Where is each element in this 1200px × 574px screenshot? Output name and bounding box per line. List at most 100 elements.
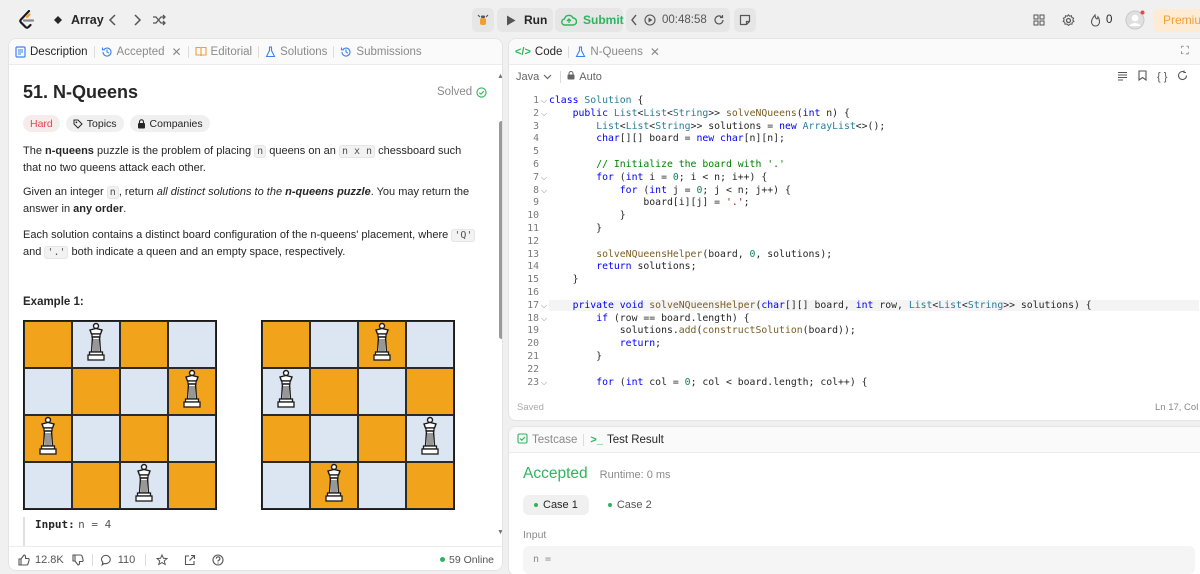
companies-chip[interactable]: Companies: [129, 115, 210, 132]
online-count: 59 Online: [449, 553, 494, 566]
line-number: 20: [527, 338, 539, 350]
star-icon[interactable]: [156, 553, 169, 566]
fold-chevron-icon[interactable]: ⌵: [541, 96, 547, 106]
fold-chevron-icon[interactable]: ⌵: [541, 109, 547, 119]
run-label: Run: [524, 13, 548, 27]
text: .: [123, 203, 127, 215]
fold-chevron-icon[interactable]: ⌵: [541, 378, 547, 388]
chessboard-example-1: [23, 320, 217, 510]
thumbs-down-icon[interactable]: [72, 553, 84, 566]
board-cell: [168, 321, 216, 368]
tab-solutions-label: Solutions: [280, 45, 328, 58]
next-problem-button[interactable]: [132, 8, 142, 32]
input-box-value: n =: [533, 554, 552, 565]
editor-toolbar: Java Auto { }: [509, 65, 1200, 89]
scroll-down-icon[interactable]: ▼: [497, 529, 502, 536]
toolbar-separator: [560, 71, 562, 83]
case-2-tab[interactable]: Case 2: [597, 495, 663, 515]
fold-chevron-icon[interactable]: ⌵: [541, 173, 547, 183]
board-cell: [262, 321, 310, 368]
streak-counter[interactable]: 0: [1090, 8, 1112, 32]
format-icon[interactable]: [1117, 71, 1128, 84]
tab-description[interactable]: Description: [9, 39, 94, 65]
line-number: 1: [533, 95, 539, 106]
description-scrollbar[interactable]: [499, 121, 502, 339]
problem-list-icon: [52, 14, 64, 26]
layout-button[interactable]: [1033, 8, 1045, 32]
result-tabs: Testcase >_ Test Result: [509, 427, 1200, 453]
board-cell: [310, 415, 358, 462]
board-cell: [168, 415, 216, 462]
italic-text: all distinct solutions to the: [156, 186, 286, 198]
board-cell: [310, 321, 358, 368]
debug-button[interactable]: [472, 8, 494, 32]
streak-count: 0: [1106, 14, 1113, 26]
gear-icon: [1062, 13, 1075, 27]
problem-paragraph-2: Given an integer n, return all distinct …: [23, 184, 473, 217]
tab-editorial[interactable]: Editorial: [189, 39, 259, 65]
fold-chevron-icon[interactable]: ⌵: [541, 186, 547, 196]
auto-mode[interactable]: Auto: [567, 71, 602, 83]
tab-submissions[interactable]: Submissions: [334, 39, 427, 65]
share-icon[interactable]: [184, 554, 196, 566]
close-icon[interactable]: ✕: [650, 45, 660, 59]
premium-button[interactable]: Premium: [1153, 9, 1200, 32]
code-line: for (int i = 0; i < n; i++) {: [596, 171, 768, 183]
board-cell: [358, 462, 406, 509]
book-icon: [194, 46, 207, 57]
timer-play-icon[interactable]: [644, 14, 656, 26]
board-cell: [120, 415, 168, 462]
bold-text: any order: [73, 203, 124, 215]
line-number: 12: [527, 235, 539, 247]
text: The: [23, 145, 46, 157]
solved-status: Solved: [437, 86, 487, 98]
runtime: Runtime: 0 ms: [599, 469, 671, 481]
tab-testcase[interactable]: Testcase: [509, 427, 583, 453]
play-icon: [506, 15, 516, 26]
submit-button[interactable]: Submit: [555, 8, 624, 32]
help-icon[interactable]: [212, 553, 224, 566]
random-problem-button[interactable]: [152, 8, 166, 32]
code-area[interactable]: 1 ⌵ class Solution {2 ⌵ public List<List<St…: [509, 91, 1200, 391]
board-cell: [406, 462, 454, 509]
board-cell: [406, 415, 454, 462]
inline-code: n: [254, 145, 267, 158]
description-panel: Description Accepted ✕ Editorial Solutio…: [8, 38, 503, 571]
tab-solutions[interactable]: Solutions: [259, 39, 333, 65]
tab-nqueens-file[interactable]: N-Queens ✕: [569, 39, 665, 65]
problem-list-button[interactable]: Array: [52, 8, 104, 32]
tab-code[interactable]: </> Code: [509, 39, 568, 65]
flask-icon: [575, 45, 586, 58]
fullscreen-icon[interactable]: ⛶: [1181, 45, 1189, 58]
shuffle-icon: [152, 14, 166, 26]
tab-accepted[interactable]: Accepted ✕: [95, 39, 188, 65]
avatar[interactable]: [1125, 8, 1145, 32]
difficulty-badge[interactable]: Hard: [23, 115, 60, 132]
topics-chip[interactable]: Topics: [65, 115, 124, 132]
language-select[interactable]: Java: [516, 71, 552, 83]
run-button[interactable]: Run: [497, 8, 553, 32]
thumbs-up-icon[interactable]: [18, 553, 30, 566]
reset-timer-icon[interactable]: [713, 14, 725, 26]
line-number: 7: [533, 171, 539, 183]
scroll-up-icon[interactable]: ▲: [497, 73, 502, 80]
notes-button[interactable]: [734, 8, 756, 32]
leetcode-logo-icon[interactable]: [18, 8, 36, 32]
language-value: Java: [516, 71, 540, 83]
settings-button[interactable]: [1062, 8, 1075, 32]
bookmark-icon[interactable]: [1138, 70, 1147, 84]
timer-widget[interactable]: 00:48:58: [626, 8, 730, 32]
comment-icon[interactable]: [100, 554, 113, 566]
fold-chevron-icon[interactable]: ⌵: [541, 314, 547, 324]
reset-code-icon[interactable]: [1177, 70, 1188, 84]
prev-problem-button[interactable]: [108, 8, 118, 32]
line-number: 18: [527, 312, 539, 324]
fold-chevron-icon[interactable]: ⌵: [541, 301, 547, 311]
board-cell: [358, 368, 406, 415]
braces-icon[interactable]: { }: [1157, 71, 1167, 83]
board-cell: [24, 415, 72, 462]
case-1-tab[interactable]: Case 1: [523, 495, 589, 515]
tab-test-result[interactable]: >_ Test Result: [584, 427, 669, 453]
chevron-left-icon[interactable]: [630, 14, 638, 26]
close-icon[interactable]: ✕: [171, 45, 181, 59]
